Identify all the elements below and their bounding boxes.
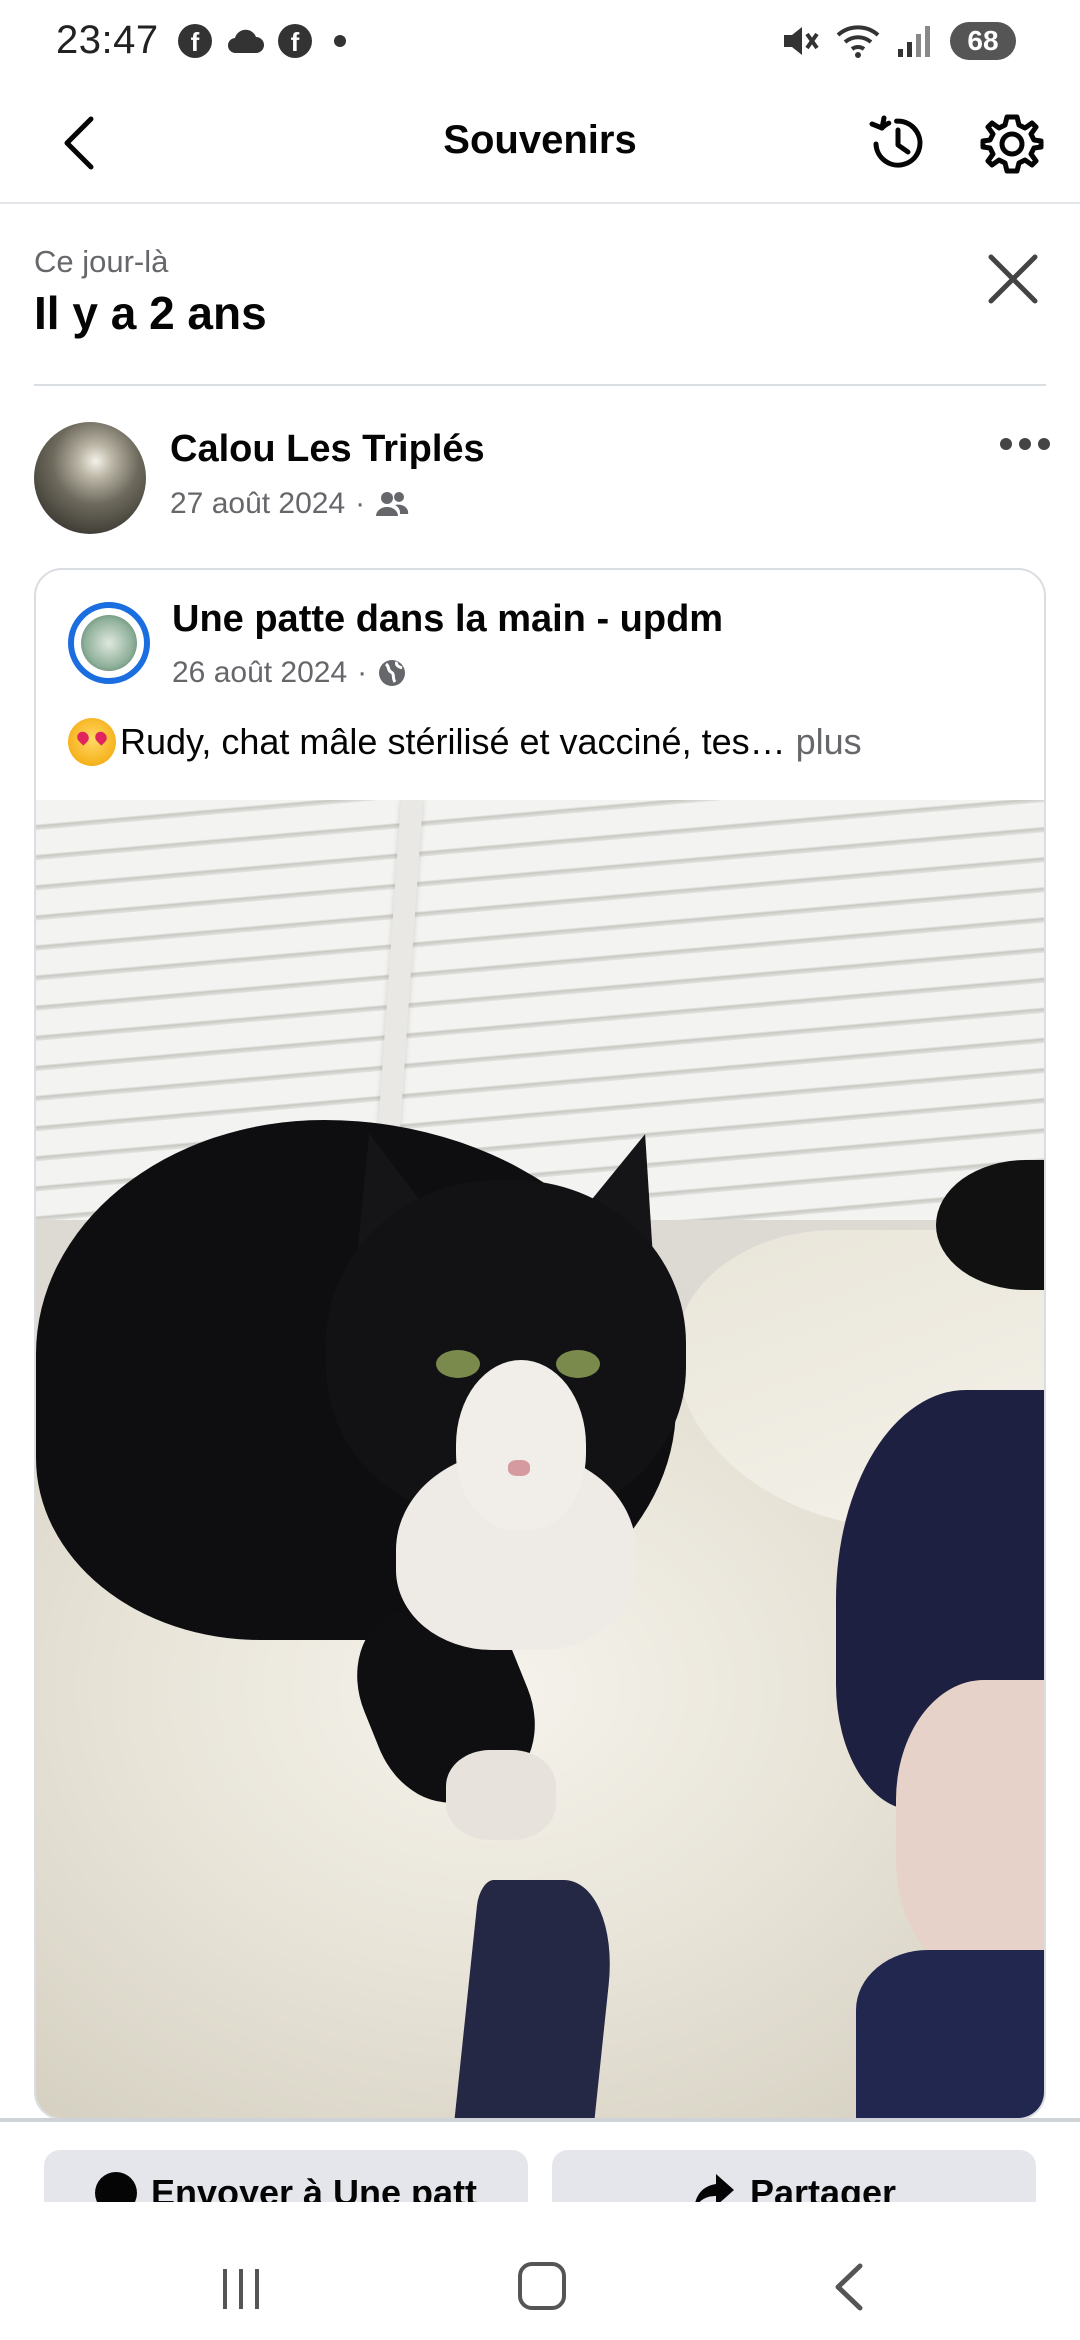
actions-divider bbox=[0, 2118, 1080, 2122]
shared-post-meta: 26 août 2024 · bbox=[172, 656, 407, 690]
cloud-icon bbox=[227, 29, 264, 54]
post-date[interactable]: 27 août 2024 bbox=[170, 487, 345, 521]
settings-button[interactable] bbox=[974, 106, 1050, 182]
recent-apps-icon bbox=[223, 2269, 227, 2309]
battery-indicator: 68 bbox=[950, 22, 1016, 60]
top-header: Souvenirs bbox=[0, 86, 1080, 204]
status-system-icons: 68 bbox=[780, 22, 1016, 60]
wifi-icon bbox=[836, 25, 880, 58]
recent-apps-icon bbox=[239, 2269, 243, 2309]
status-notification-icons: f f bbox=[178, 24, 346, 58]
friends-icon bbox=[376, 492, 409, 516]
facebook-icon: f bbox=[278, 24, 312, 58]
post-text: Rudy, chat mâle stérilisé et vacciné, te… bbox=[68, 718, 862, 766]
system-back-button[interactable] bbox=[824, 2262, 874, 2312]
close-icon bbox=[988, 254, 1038, 304]
globe-icon bbox=[379, 660, 406, 686]
history-button[interactable] bbox=[860, 106, 936, 182]
photo-arm bbox=[896, 1680, 1044, 1980]
close-memory-button[interactable] bbox=[978, 244, 1048, 314]
memory-subtitle: Ce jour-là bbox=[34, 244, 169, 279]
shared-post-date[interactable]: 26 août 2024 bbox=[172, 656, 347, 690]
photo-cat-paw bbox=[446, 1750, 556, 1840]
shared-post-card[interactable]: Une patte dans la main - updm 26 août 20… bbox=[34, 568, 1046, 2120]
section-divider bbox=[34, 384, 1046, 386]
dot-icon bbox=[334, 35, 346, 47]
status-bar: 23:47 f f 68 bbox=[0, 0, 1080, 86]
memory-header: Ce jour-là Il y a 2 ans bbox=[34, 244, 267, 340]
see-more-link[interactable]: plus bbox=[796, 721, 862, 763]
post-options-button[interactable] bbox=[990, 424, 1060, 464]
photo-cat-eye bbox=[436, 1350, 480, 1378]
signal-icon bbox=[898, 26, 930, 57]
page-avatar[interactable] bbox=[68, 602, 150, 684]
recent-apps-icon bbox=[255, 2269, 259, 2309]
meta-separator: · bbox=[357, 656, 368, 689]
chevron-left-icon bbox=[835, 2263, 863, 2311]
post-text-body: Rudy, chat mâle stérilisé et vacciné, te… bbox=[120, 721, 786, 762]
history-icon bbox=[869, 115, 923, 168]
photo-cat-blaze bbox=[456, 1360, 586, 1530]
status-time: 23:47 bbox=[56, 18, 159, 62]
home-button[interactable] bbox=[518, 2262, 566, 2310]
page-logo bbox=[81, 615, 137, 671]
meta-separator: · bbox=[355, 487, 366, 520]
page-name[interactable]: Une patte dans la main - updm bbox=[172, 598, 723, 641]
mute-icon bbox=[784, 27, 819, 55]
memory-title: Il y a 2 ans bbox=[34, 287, 267, 339]
post-meta: 27 août 2024 · bbox=[170, 487, 409, 521]
heart-eyes-cat-emoji bbox=[68, 718, 116, 766]
facebook-icon: f bbox=[178, 24, 212, 58]
recent-apps-button[interactable] bbox=[216, 2264, 266, 2314]
photo-dark-cloth bbox=[452, 1880, 620, 2118]
post-photo[interactable] bbox=[36, 800, 1044, 2118]
photo-cat-eye bbox=[556, 1350, 600, 1378]
photo-cat-nose bbox=[508, 1460, 530, 1476]
more-icon bbox=[1000, 438, 1050, 450]
system-nav-bar bbox=[0, 2202, 1080, 2340]
gear-icon bbox=[980, 114, 1044, 174]
author-name[interactable]: Calou Les Triplés bbox=[170, 428, 485, 471]
photo-sleeve bbox=[856, 1950, 1044, 2118]
author-avatar[interactable] bbox=[34, 422, 146, 534]
